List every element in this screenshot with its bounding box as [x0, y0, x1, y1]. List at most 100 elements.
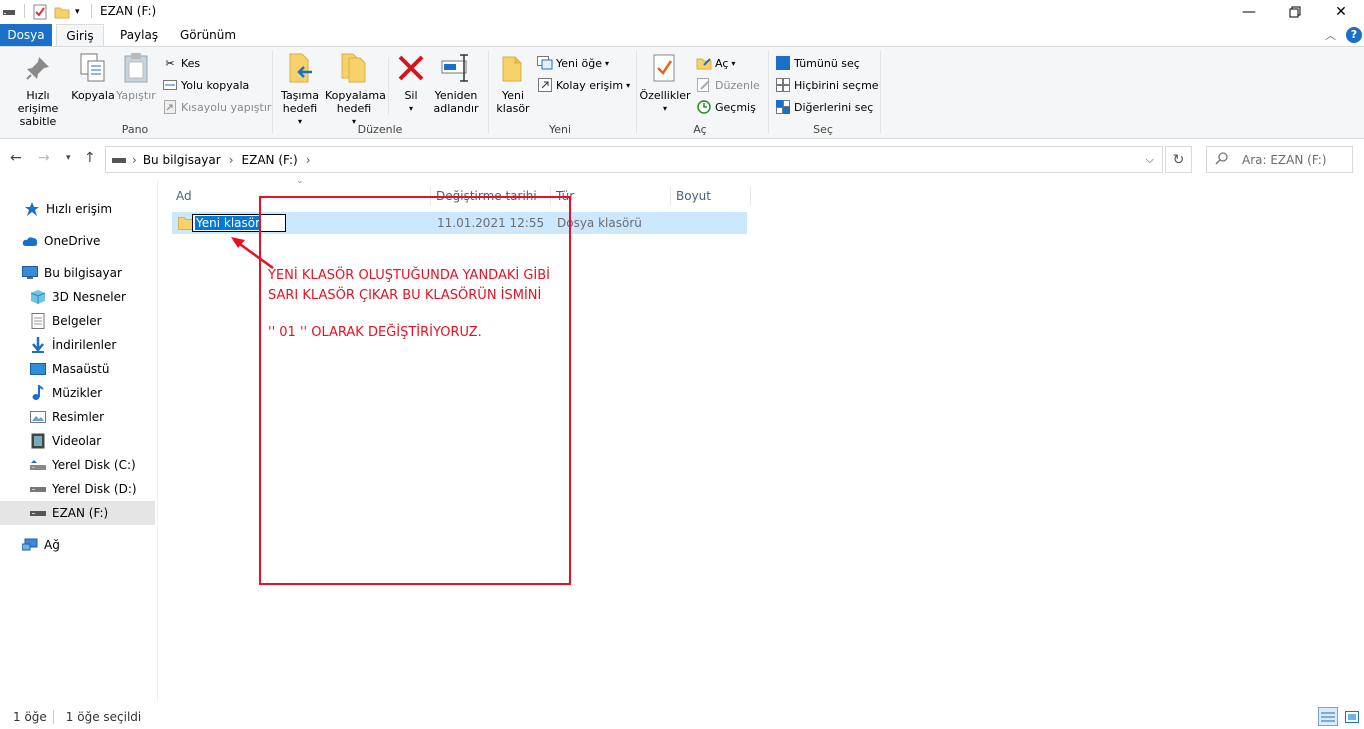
pin-quick-access-button[interactable]: Hızlı erişime sabitle	[4, 51, 72, 128]
new-folder-icon	[497, 51, 529, 85]
paste-shortcut-button[interactable]: Kısayolu yapıştır	[162, 97, 271, 117]
breadcrumb-drive[interactable]: EZAN (F:)	[242, 153, 298, 167]
sidebar-item-label: Belgeler	[52, 314, 102, 328]
sidebar-item-label: OneDrive	[44, 234, 101, 248]
edit-button[interactable]: Düzenle	[696, 75, 760, 95]
help-icon[interactable]: ?	[1346, 27, 1362, 43]
properties-button[interactable]: Özellikler ▾	[639, 51, 691, 115]
open-button[interactable]: Aç ▾	[696, 53, 735, 73]
sidebar-item-label: Masaüstü	[52, 362, 110, 376]
cut-button[interactable]: ✂ Kes	[162, 53, 200, 73]
select-all-icon	[775, 55, 791, 71]
sidebar-item-pictures[interactable]: Resimler	[0, 405, 155, 429]
column-header-size[interactable]: Boyut	[672, 186, 751, 206]
address-bar[interactable]: › Bu bilgisayar › EZAN (F:) › ⌵	[105, 146, 1163, 173]
copy-label: Kopyala	[71, 89, 115, 102]
pin-icon	[22, 51, 54, 85]
minimize-button[interactable]: —	[1226, 0, 1272, 24]
address-dropdown-icon[interactable]: ⌵	[1146, 153, 1154, 167]
sidebar-item-videos[interactable]: Videolar	[0, 429, 155, 453]
tab-home[interactable]: Giriş	[56, 24, 104, 46]
copy-path-button[interactable]: Yolu kopyala	[162, 75, 249, 95]
sidebar-item-ezan-f[interactable]: EZAN (F:)	[0, 501, 155, 525]
paste-button[interactable]: Yapıştır	[116, 51, 156, 102]
history-icon	[696, 99, 712, 115]
breadcrumb-this-pc[interactable]: Bu bilgisayar	[143, 153, 221, 167]
up-arrow-icon[interactable]: ↑	[84, 150, 96, 166]
chevron-down-icon: ▾	[626, 80, 631, 90]
large-icons-view-button[interactable]	[1342, 707, 1362, 726]
paste-shortcut-label: Kısayolu yapıştır	[181, 100, 272, 114]
chevron-down-icon: ▾	[605, 58, 610, 68]
tab-file[interactable]: Dosya	[0, 24, 52, 46]
sidebar-item-this-pc[interactable]: Bu bilgisayar	[0, 261, 155, 285]
sidebar-item-label: Resimler	[52, 410, 105, 424]
computer-icon	[22, 265, 38, 281]
move-to-button[interactable]: Taşıma hedefi ▾	[278, 51, 322, 128]
copy-to-button[interactable]: Kopyalama hedefi ▾	[324, 51, 386, 128]
annotation-text-line-3: '' 01 '' OLARAK DEĞİŞTİRİYORUZ.	[268, 325, 482, 340]
sidebar-item-downloads[interactable]: İndirilenler	[0, 333, 155, 357]
delete-label: Sil	[404, 89, 418, 102]
chevron-right-icon: ›	[305, 152, 311, 167]
drive-icon	[30, 481, 46, 497]
close-button[interactable]: ✕	[1318, 0, 1364, 24]
search-input[interactable]: Ara: EZAN (F:)	[1206, 146, 1353, 173]
easy-access-label: Kolay erişim	[556, 78, 624, 92]
forward-arrow-icon[interactable]: →	[38, 150, 50, 166]
chevron-down-icon: ▾	[731, 58, 736, 68]
recent-locations-icon[interactable]: ▾	[66, 153, 71, 163]
copy-path-icon	[162, 77, 178, 93]
details-view-button[interactable]	[1318, 707, 1338, 726]
customize-toolbar-icon[interactable]: ▾	[75, 3, 80, 21]
sidebar-item-desktop[interactable]: Masaüstü	[0, 357, 155, 381]
delete-button[interactable]: Sil ▾	[394, 51, 428, 115]
annotation-text-line-1: YENİ KLASÖR OLUŞTUĞUNDA YANDAKİ GİBİ	[268, 268, 551, 283]
video-icon	[30, 433, 46, 449]
collapse-ribbon-icon[interactable]: ︿	[1325, 27, 1336, 43]
rename-button[interactable]: Yeniden adlandır	[432, 51, 480, 115]
delete-x-icon	[395, 51, 427, 85]
paste-label: Yapıştır	[116, 89, 156, 102]
new-folder-button[interactable]: Yeni klasör	[494, 51, 532, 115]
chevron-down-icon: ▾	[662, 104, 667, 113]
new-folder-quick-icon[interactable]	[54, 3, 70, 21]
invert-selection-button[interactable]: Diğerlerini seç	[775, 97, 873, 117]
tab-share[interactable]: Paylaş	[110, 24, 168, 46]
sidebar-item-local-disk-d[interactable]: Yerel Disk (D:)	[0, 477, 155, 501]
search-icon	[1215, 151, 1228, 168]
sidebar-item-music[interactable]: Müzikler	[0, 381, 155, 405]
sidebar-item-label: Müzikler	[52, 386, 103, 400]
select-all-button[interactable]: Tümünü seç	[775, 53, 860, 73]
cut-label: Kes	[181, 56, 201, 70]
refresh-button[interactable]: ↻	[1165, 146, 1192, 173]
desktop-icon	[30, 361, 46, 377]
sidebar-item-local-disk-c[interactable]: Yerel Disk (C:)	[0, 453, 155, 477]
sidebar-item-label: Bu bilgisayar	[44, 266, 122, 280]
history-button[interactable]: Geçmiş	[696, 97, 756, 117]
select-none-button[interactable]: Hiçbirini seçme	[775, 75, 879, 95]
chevron-down-icon: ▾	[408, 104, 413, 113]
sidebar-item-onedrive[interactable]: OneDrive	[0, 229, 155, 253]
star-icon	[24, 201, 40, 217]
sidebar-item-network[interactable]: Ağ	[0, 533, 155, 557]
properties-quick-icon[interactable]	[32, 3, 48, 21]
window-title: EZAN (F:)	[100, 4, 157, 18]
back-arrow-icon[interactable]: ←	[10, 150, 22, 166]
sidebar-item-label: Hızlı erişim	[46, 202, 113, 216]
tab-view[interactable]: Görünüm	[170, 24, 246, 46]
restore-icon	[1289, 6, 1301, 18]
copy-button[interactable]: Kopyala	[71, 51, 115, 102]
sidebar-item-label: Yerel Disk (D:)	[52, 482, 137, 496]
easy-access-button[interactable]: Kolay erişim ▾	[537, 75, 630, 95]
sidebar-item-quick-access[interactable]: Hızlı erişim	[0, 197, 155, 221]
select-all-label: Tümünü seç	[794, 56, 860, 70]
move-to-icon	[284, 51, 316, 85]
sidebar-item-label: Yerel Disk (C:)	[52, 458, 136, 472]
chevron-right-icon: ›	[228, 152, 234, 167]
cube-icon	[30, 289, 46, 305]
sidebar-item-documents[interactable]: Belgeler	[0, 309, 155, 333]
sidebar-item-3d-objects[interactable]: 3D Nesneler	[0, 285, 155, 309]
restore-button[interactable]	[1272, 0, 1318, 24]
new-item-button[interactable]: Yeni öğe ▾	[537, 53, 609, 73]
